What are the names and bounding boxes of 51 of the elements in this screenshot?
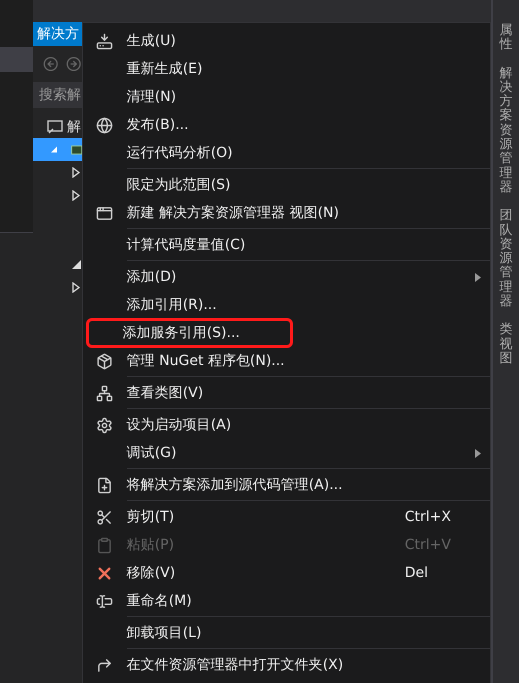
- menu-item[interactable]: 卸载项目(L): [82, 619, 490, 647]
- menu-item[interactable]: 添加引用(R)...: [82, 291, 490, 319]
- menu-item[interactable]: 在文件资源管理器中打开文件夹(X): [82, 651, 490, 679]
- side-tab[interactable]: 属性: [500, 24, 513, 53]
- side-tab[interactable]: 类视图: [500, 323, 513, 366]
- gear-icon: [96, 416, 114, 434]
- selected-tree-row[interactable]: [32, 138, 82, 161]
- forward-icon[interactable]: [66, 55, 82, 73]
- search-field[interactable]: 搜索解: [32, 82, 82, 108]
- menu-item[interactable]: 调试(G): [82, 439, 490, 467]
- menu-item[interactable]: 发布(B)...: [82, 111, 490, 139]
- shortcut-text: Ctrl+V: [404, 537, 451, 553]
- curved-arrow-icon: [96, 656, 114, 674]
- package-icon: [96, 352, 114, 370]
- menu-item[interactable]: 新建 解决方案资源管理器 视图(N): [82, 199, 490, 227]
- shortcut-text: Ctrl+X: [404, 509, 451, 525]
- collapsed-caret-icon[interactable]: [72, 190, 80, 201]
- menu-item[interactable]: 运行代码分析(O): [82, 139, 490, 167]
- rename-icon: [96, 592, 114, 610]
- window-icon: [96, 204, 114, 222]
- clipboard-icon: [96, 536, 114, 554]
- menu-item[interactable]: 重新生成(E): [82, 55, 490, 83]
- expanded-caret-icon[interactable]: [72, 260, 81, 269]
- diagram-icon: [96, 384, 114, 402]
- tree-label: 解: [66, 118, 81, 136]
- menu-item[interactable]: 设为启动项目(A): [82, 411, 490, 439]
- menu-item[interactable]: 管理 NuGet 程序包(N)...: [82, 347, 490, 375]
- menu-item[interactable]: 计算代码度量值(C): [82, 231, 490, 259]
- menu-item[interactable]: 生成(U): [82, 27, 490, 55]
- side-tab[interactable]: 团队资源管理器: [500, 209, 513, 310]
- tree-row[interactable]: 解: [32, 115, 82, 138]
- panel-title: 解决方: [32, 22, 82, 46]
- back-icon[interactable]: [42, 55, 58, 73]
- shortcut-text: Del: [404, 565, 428, 581]
- file-plus-icon: [96, 476, 114, 494]
- tab-bar: [0, 47, 33, 72]
- collapsed-caret-icon[interactable]: [72, 167, 80, 178]
- menu-item[interactable]: 移除(V) Del: [82, 559, 490, 587]
- scissors-icon: [96, 508, 114, 526]
- menu-item[interactable]: 将解决方案添加到源代码管理(A)...: [82, 471, 490, 499]
- menu-item[interactable]: 重命名(M): [82, 587, 490, 615]
- collapsed-caret-icon[interactable]: [72, 282, 80, 293]
- build-icon: [96, 32, 114, 50]
- menu-item[interactable]: 限定为此范围(S): [82, 171, 490, 199]
- menu-item[interactable]: 添加(D): [82, 263, 490, 291]
- menu-item[interactable]: 清理(N): [82, 83, 490, 111]
- menu-item[interactable]: 查看类图(V): [82, 379, 490, 407]
- globe-icon: [96, 116, 114, 134]
- menu-item[interactable]: 添加服务引用(S)...: [82, 319, 490, 347]
- side-tab[interactable]: 解决方案资源管理器: [500, 66, 513, 196]
- menu-item[interactable]: 剪切(T) Ctrl+X: [82, 503, 490, 531]
